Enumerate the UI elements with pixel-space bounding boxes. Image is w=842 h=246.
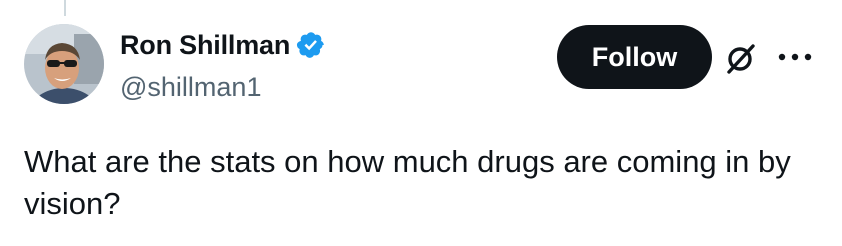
avatar[interactable] — [24, 24, 104, 104]
grok-slash-circle-icon[interactable] — [723, 40, 759, 76]
author-name-row[interactable]: Ron Shillman — [120, 28, 326, 62]
author-display-name[interactable]: Ron Shillman — [120, 28, 290, 62]
thread-connector-line — [64, 0, 66, 16]
tweet-text: What are the stats on how much drugs are… — [24, 144, 791, 221]
more-horizontal-icon[interactable] — [773, 45, 817, 69]
follow-button[interactable]: Follow — [557, 25, 712, 89]
author-handle[interactable]: @shillman1 — [120, 70, 261, 104]
avatar-image — [24, 24, 104, 104]
verified-badge-icon[interactable] — [296, 30, 326, 60]
